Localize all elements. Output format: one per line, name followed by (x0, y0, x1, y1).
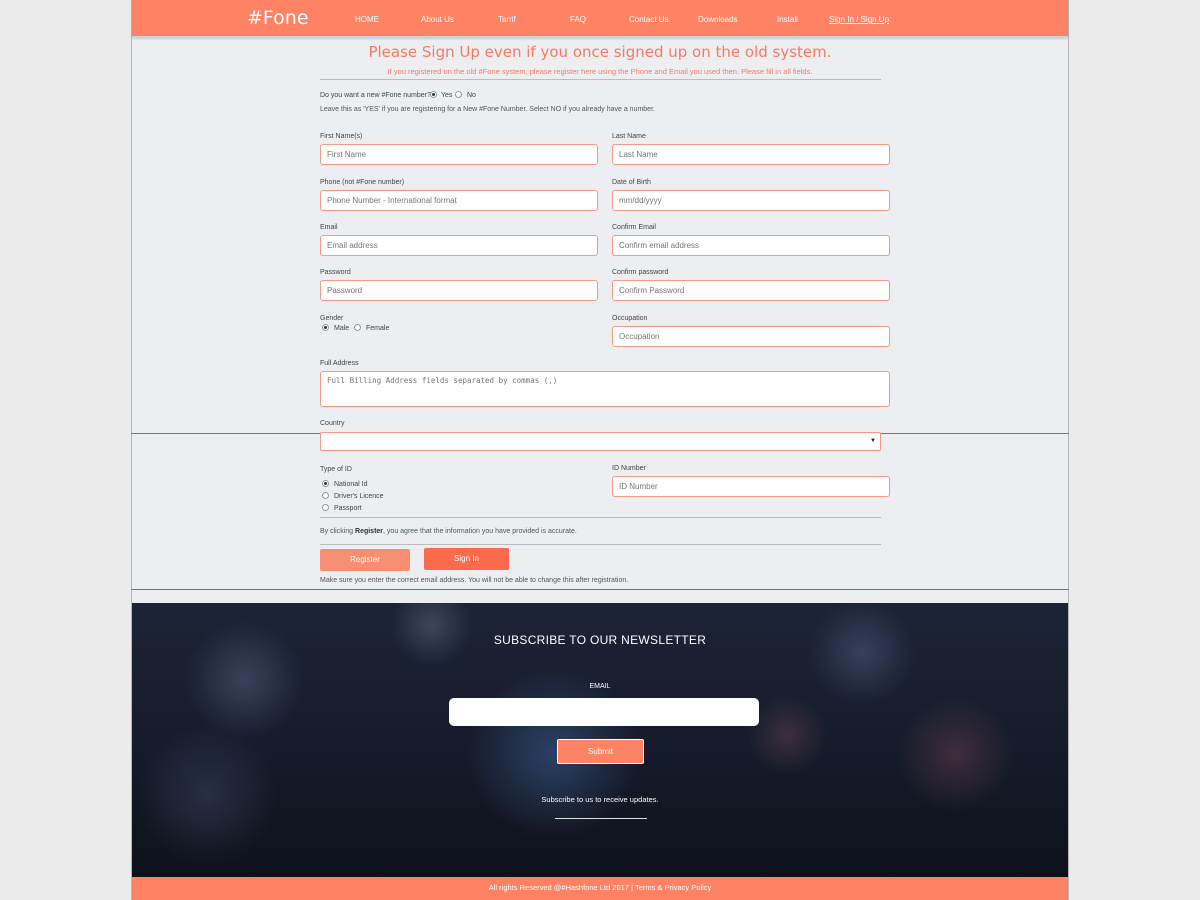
dob-input[interactable] (612, 190, 890, 211)
nav-home[interactable]: HOME (355, 15, 379, 24)
id-number-label: ID Number (612, 465, 646, 472)
newsletter-email-input[interactable] (449, 698, 759, 726)
new-number-hint: Leave this as 'YES' if you are registeri… (320, 106, 655, 113)
id-type-label: Type of ID (320, 466, 352, 473)
newsletter-note: Subscribe to us to receive updates. (541, 795, 659, 804)
last-name-label: Last Name (612, 133, 646, 140)
newsletter-submit-button[interactable]: Submit (557, 739, 644, 764)
new-number-yes-radio[interactable] (430, 91, 437, 98)
occupation-label: Occupation (612, 315, 648, 322)
phone-label: Phone (not #Fone number) (320, 179, 405, 186)
new-number-yes-label: Yes (441, 92, 453, 99)
nav-contact-us[interactable]: Contact Us (629, 15, 669, 24)
divider (320, 79, 881, 80)
agree-text-bold: Register (355, 528, 384, 535)
new-number-question: Do you want a new #Fone number? (320, 92, 431, 99)
last-name-input[interactable] (612, 144, 890, 165)
occupation-input[interactable] (612, 326, 890, 347)
brand-logo[interactable]: #Fone (247, 7, 309, 29)
address-label: Full Address (320, 360, 359, 367)
divider (320, 544, 881, 545)
nav-install[interactable]: Install (777, 15, 798, 24)
first-name-label: First Name(s) (320, 133, 363, 140)
nav-faq[interactable]: FAQ (570, 15, 586, 24)
page: #Fone HOME About Us Tarrif FAQ Contact U… (131, 0, 1069, 900)
phone-input[interactable] (320, 190, 598, 211)
id-type-passport-label: Passport (334, 505, 362, 512)
newsletter-divider (555, 818, 647, 819)
id-type-licence-radio[interactable] (322, 492, 329, 499)
footer-copyright: All rights Reserved @#Hashfone Ltd 2017 (488, 883, 629, 892)
footer: All rights Reserved @#Hashfone Ltd 2017 … (132, 877, 1068, 900)
agree-text-before: By clicking (320, 528, 356, 535)
confirm-email-label: Confirm Email (612, 224, 656, 231)
id-type-national-label: National Id (334, 481, 368, 488)
country-label: Country (320, 420, 345, 427)
first-name-input[interactable] (320, 144, 598, 165)
gender-label: Gender (320, 315, 344, 322)
id-type-passport-radio[interactable] (322, 504, 329, 511)
dob-label: Date of Birth (612, 179, 651, 186)
password-input[interactable] (320, 280, 598, 301)
form-subtitle: If you registered on the old #Fone syste… (387, 67, 813, 76)
form-title: Please Sign Up even if you once signed u… (368, 43, 832, 61)
dropdown-arrow-icon: ▼ (870, 438, 876, 444)
divider (320, 517, 881, 518)
new-number-no-label: No (467, 92, 476, 99)
country-select[interactable]: ▼ (320, 432, 881, 451)
gender-female-radio[interactable] (354, 324, 361, 331)
new-number-no-radio[interactable] (455, 91, 462, 98)
newsletter-section: SUBSCRIBE TO OUR NEWSLETTER EMAIL Submit… (132, 603, 1068, 878)
newsletter-email-label: EMAIL (589, 683, 611, 690)
footer-terms-link[interactable]: Terms & Privacy Policy (635, 883, 711, 892)
email-input[interactable] (320, 235, 598, 256)
id-number-input[interactable] (612, 476, 890, 497)
registration-note: Make sure you enter the correct email ad… (320, 577, 629, 584)
confirm-password-input[interactable] (612, 280, 890, 301)
section-line (131, 589, 1069, 590)
address-textarea[interactable] (320, 371, 890, 407)
agree-text-after: , you agree that the information you hav… (383, 528, 577, 535)
navbar: #Fone HOME About Us Tarrif FAQ Contact U… (132, 0, 1068, 38)
footer-separator: | (631, 883, 634, 892)
id-type-licence-label: Driver's Licence (334, 493, 384, 500)
nav-signin-signup[interactable]: Sign In / Sign Up (829, 15, 889, 24)
sign-in-button[interactable]: Sign In (424, 548, 509, 570)
email-label: Email (320, 224, 338, 231)
id-type-national-radio[interactable] (322, 480, 329, 487)
newsletter-title: SUBSCRIBE TO OUR NEWSLETTER (493, 633, 707, 647)
nav-downloads[interactable]: Downloads (698, 15, 738, 24)
register-button[interactable]: Register (320, 549, 410, 571)
gender-male-label: Male (334, 325, 350, 332)
gender-female-label: Female (366, 325, 390, 332)
gender-male-radio[interactable] (322, 324, 329, 331)
password-label: Password (320, 269, 351, 276)
confirm-email-input[interactable] (612, 235, 890, 256)
nav-tarrif[interactable]: Tarrif (498, 15, 516, 24)
agree-text: By clicking Register, you agree that the… (320, 528, 577, 535)
confirm-password-label: Confirm password (612, 269, 669, 276)
nav-about-us[interactable]: About Us (421, 15, 454, 24)
